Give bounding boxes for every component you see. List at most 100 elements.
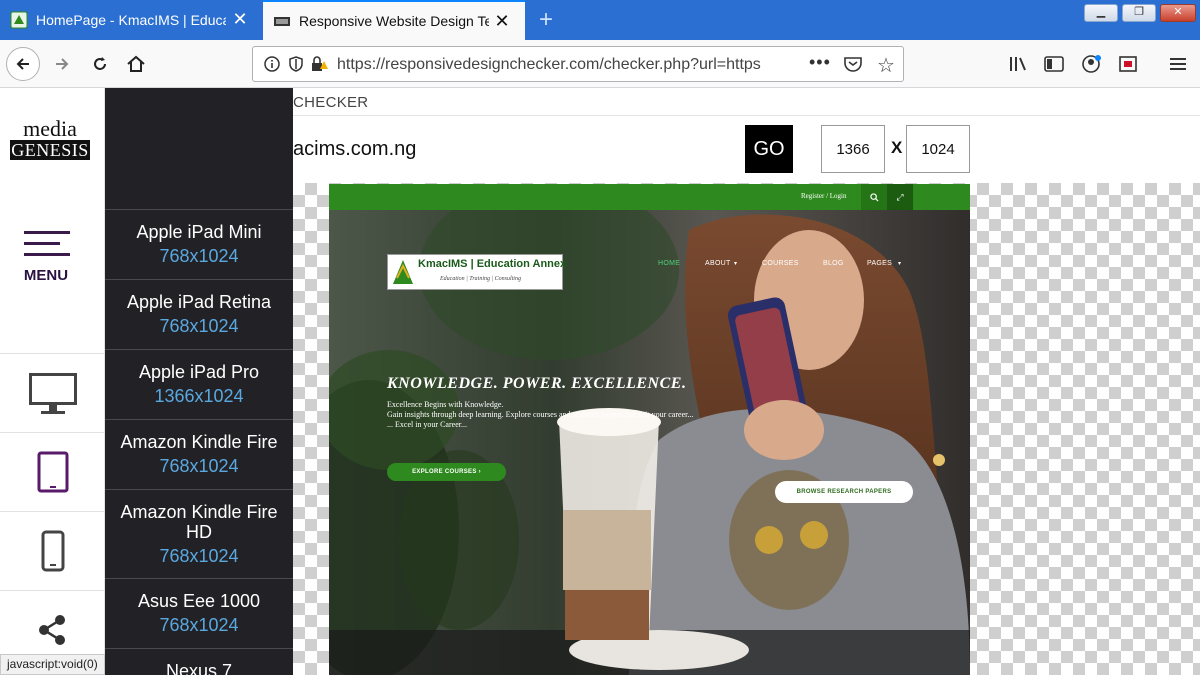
transparent-canvas: Register / Login ⤢ KmacIMS | Education A… — [293, 183, 1200, 675]
width-input[interactable]: 1366 — [821, 125, 885, 173]
preview-expand-icon[interactable]: ⤢ — [887, 184, 913, 210]
forward-button[interactable] — [46, 48, 78, 80]
back-arrow-icon — [16, 58, 29, 70]
preview-nav-blog[interactable]: BLOG — [823, 260, 844, 267]
tab-title: HomePage - KmacIMS | Educat — [36, 12, 226, 28]
forward-arrow-icon — [56, 58, 69, 70]
tracking-protection-icon[interactable] — [287, 55, 305, 73]
device-item-amazon-kindle-fire[interactable]: Amazon Kindle Fire 768x1024 — [105, 419, 293, 489]
pocket-icon[interactable] — [843, 55, 863, 73]
back-button[interactable] — [6, 47, 40, 81]
smartphone-icon — [41, 530, 64, 571]
device-item-apple-ipad-pro[interactable]: Apple iPad Pro 1366x1024 — [105, 349, 293, 419]
device-resolution: 768x1024 — [159, 546, 239, 566]
home-icon — [127, 55, 145, 72]
preview-nav-about[interactable]: ABOUT — [705, 260, 731, 267]
device-item-amazon-kindle-fire-hd[interactable]: Amazon Kindle Fire HD 768x1024 — [105, 489, 293, 578]
desktop-monitor-icon — [28, 372, 77, 414]
insecure-lock-icon[interactable] — [309, 55, 329, 73]
library-icon[interactable] — [1006, 52, 1030, 76]
extension-icon[interactable] — [1116, 52, 1140, 76]
device-name: Amazon Kindle Fire — [120, 432, 278, 452]
preview-nav-pages[interactable]: PAGES — [867, 260, 892, 267]
page-content: media GENESIS MENU Apple iPad Mini 768x1… — [0, 88, 1200, 675]
go-button[interactable]: GO — [745, 125, 793, 173]
new-tab-icon[interactable]: + — [533, 6, 559, 34]
share-icon — [38, 614, 65, 645]
close-tab-icon[interactable]: ✕ — [231, 10, 249, 28]
menu-hamburger-icon — [24, 231, 70, 264]
checker-header: CHECKER acims.com.ng GO 1366 X 1024 — [293, 88, 1200, 183]
chevron-down-icon: ▾ — [734, 261, 738, 267]
tablet-view-button[interactable] — [0, 432, 105, 510]
left-rail: media GENESIS MENU — [0, 88, 105, 675]
bookmark-star-icon[interactable]: ☆ — [877, 53, 895, 78]
mobile-view-button[interactable] — [0, 511, 105, 589]
device-name: Apple iPad Pro — [138, 362, 260, 382]
url-input-field[interactable]: acims.com.ng — [293, 138, 416, 161]
info-icon[interactable] — [263, 55, 281, 73]
preview-subline: Excellence Begins with Knowledge. — [387, 400, 504, 409]
page-actions-icon[interactable]: ••• — [809, 52, 831, 73]
tab-kmacims-home[interactable]: HomePage - KmacIMS | Educat ✕ — [0, 0, 263, 40]
kmacims-emblem-icon — [393, 260, 413, 284]
chevron-down-icon: ▾ — [898, 261, 902, 267]
tab-strip: HomePage - KmacIMS | Educat ✕ Responsive… — [0, 0, 1200, 40]
device-name: Nexus 7 — [165, 661, 233, 675]
tablet-icon — [37, 451, 68, 492]
preview-site-logo[interactable]: KmacIMS | Education Annex Education | Tr… — [387, 254, 567, 290]
device-resolution: 768x1024 — [159, 456, 239, 476]
reload-button[interactable] — [84, 48, 116, 80]
preview-logo-tagline: Education | Training | Consulting — [440, 276, 521, 282]
status-bar: javascript:void(0) — [0, 654, 105, 675]
tab-responsive-checker[interactable]: Responsive Website Design Tes ✕ — [263, 0, 525, 40]
device-resolution: 768x1024 — [159, 615, 239, 635]
device-item-asus-eee-1000[interactable]: Asus Eee 1000 768x1024 — [105, 578, 293, 648]
preview-headline: KNOWLEDGE. POWER. EXCELLENCE. — [387, 375, 687, 392]
dimension-separator: X — [891, 138, 903, 157]
preview-top-bar: Register / Login ⤢ — [329, 184, 970, 210]
site-favicon-icon — [10, 11, 28, 29]
device-resolution: 768x1024 — [159, 316, 239, 336]
device-favicon-icon — [274, 17, 290, 26]
logo-line1: media — [23, 116, 77, 141]
website-preview-frame[interactable]: Register / Login ⤢ KmacIMS | Education A… — [329, 184, 970, 675]
preview-search-icon[interactable] — [861, 184, 887, 210]
checker-title: CHECKER — [293, 94, 369, 111]
explore-courses-button[interactable]: EXPLORE COURSES › — [387, 463, 506, 481]
reload-icon — [94, 57, 106, 70]
device-item-apple-ipad-retina[interactable]: Apple iPad Retina 768x1024 — [105, 279, 293, 349]
preview-logo-title: KmacIMS | Education Annex — [418, 258, 567, 270]
preview-nav-courses[interactable]: COURSES — [762, 260, 799, 267]
account-icon[interactable] — [1080, 52, 1104, 76]
home-button[interactable] — [120, 48, 152, 80]
device-resolution: 768x1024 — [159, 246, 239, 266]
hero-background-photo: KmacIMS | Education Annex Education | Tr… — [329, 210, 970, 675]
close-tab-icon[interactable]: ✕ — [493, 12, 511, 30]
device-name: Amazon Kindle Fire HD — [120, 502, 278, 542]
maximize-window-icon[interactable]: ❐ — [1122, 4, 1156, 22]
menu-button[interactable]: MENU — [0, 223, 105, 353]
close-window-icon[interactable]: ✕ — [1160, 4, 1196, 22]
preview-subline: Gain insights through deep learning. Exp… — [387, 410, 694, 419]
preview-nav-home[interactable]: HOME — [658, 260, 680, 267]
browse-research-papers-button[interactable]: BROWSE RESEARCH PAPERS — [775, 481, 913, 503]
device-name: Apple iPad Mini — [136, 222, 262, 242]
address-bar[interactable]: https://responsivedesignchecker.com/chec… — [252, 46, 904, 82]
device-resolution: 1366x1024 — [154, 386, 244, 406]
preview-register-link[interactable]: Register / Login — [801, 192, 847, 200]
height-input[interactable]: 1024 — [906, 125, 970, 173]
url-text[interactable]: https://responsivedesignchecker.com/chec… — [337, 56, 767, 74]
device-name: Asus Eee 1000 — [137, 591, 261, 611]
device-item-nexus-7[interactable]: Nexus 7 — [105, 648, 293, 675]
preview-subline: ... Excel in your Career... — [387, 420, 467, 429]
sidebar-icon[interactable] — [1042, 52, 1066, 76]
minimize-window-icon[interactable]: ▁ — [1084, 4, 1118, 22]
desktop-view-button[interactable] — [0, 353, 105, 431]
device-item-apple-ipad-mini[interactable]: Apple iPad Mini 768x1024 — [105, 209, 293, 279]
tab-title: Responsive Website Design Tes — [299, 13, 489, 29]
navigation-toolbar: https://responsivedesignchecker.com/chec… — [0, 40, 1200, 88]
media-genesis-logo[interactable]: media GENESIS — [10, 118, 90, 160]
device-name: Apple iPad Retina — [126, 292, 272, 312]
hamburger-menu-icon[interactable] — [1166, 52, 1190, 76]
